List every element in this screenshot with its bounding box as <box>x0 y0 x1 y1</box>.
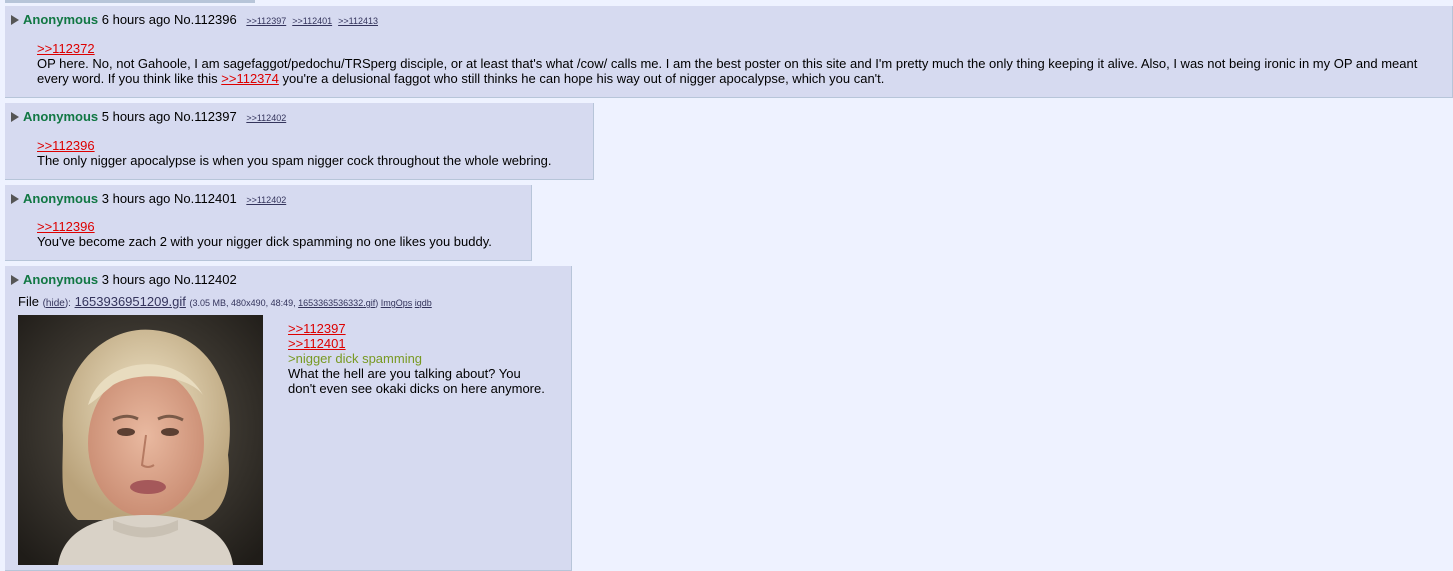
backlinks: >>112397 >>112401 >>112413 <box>246 16 384 26</box>
post-info: Anonymous 3 hours ago No.112402 <box>11 272 237 288</box>
backlink[interactable]: >>112402 <box>246 113 286 123</box>
backlink[interactable]: >>112402 <box>246 195 286 205</box>
original-filename-link[interactable]: 1653363536332.gif <box>298 298 375 308</box>
poster-name: Anonymous <box>23 191 99 206</box>
post-text: you're a delusional faggot who still thi… <box>282 71 885 86</box>
quote-link[interactable]: >>112397 <box>288 321 346 336</box>
post-menu-triangle-icon[interactable] <box>11 112 19 122</box>
post-number[interactable]: No.112401 <box>174 191 237 206</box>
file-label: File <box>18 294 39 309</box>
iqdb-link[interactable]: iqdb <box>415 298 432 308</box>
post-text: The only nigger apocalypse is when you s… <box>37 153 552 168</box>
backlink[interactable]: >>112413 <box>338 16 378 26</box>
portrait-image <box>18 315 263 565</box>
post-text: You've become zach 2 with your nigger di… <box>37 234 492 249</box>
post-menu-triangle-icon[interactable] <box>11 15 19 25</box>
file-size-dimensions: (3.05 MB, 480x490, 48:49, <box>189 298 296 308</box>
post-message: >>112372 OP here. No, not Gahoole, I am … <box>37 41 1437 86</box>
post-message: >>112396 The only nigger apocalypse is w… <box>37 138 552 168</box>
hide-file-link[interactable]: hide <box>46 298 65 309</box>
previous-post-edge <box>5 0 255 3</box>
hide-file: (hide): <box>42 298 71 309</box>
post-info: Anonymous 3 hours ago No.112401 >>112402 <box>11 191 292 208</box>
post-text: What the hell are you talking about? You… <box>288 366 545 396</box>
file-meta: (3.05 MB, 480x490, 48:49, 1653363536332.… <box>190 298 432 308</box>
backlink[interactable]: >>112397 <box>246 16 286 26</box>
quote-link[interactable]: >>112374 <box>221 71 279 86</box>
post-message: >>112396 You've become zach 2 with your … <box>37 219 492 249</box>
backlinks: >>112402 <box>246 113 292 123</box>
quote-link[interactable]: >>112396 <box>37 138 95 153</box>
post-time: 3 hours ago <box>101 272 171 287</box>
file-name-link[interactable]: 1653936951209.gif <box>75 294 186 309</box>
post-time: 6 hours ago <box>101 12 171 27</box>
reply-post: Anonymous 6 hours ago No.112396 >>112397… <box>5 6 1453 98</box>
post-number[interactable]: No.112397 <box>174 109 237 124</box>
post-number[interactable]: No.112402 <box>174 272 237 287</box>
reply-post: Anonymous 3 hours ago No.112401 >>112402… <box>5 185 532 261</box>
backlinks: >>112402 <box>246 195 292 205</box>
post-info: Anonymous 6 hours ago No.112396 >>112397… <box>11 12 384 29</box>
post-message: >>112397 >>112401 >nigger dick spamming … <box>288 321 548 396</box>
post-menu-triangle-icon[interactable] <box>11 275 19 285</box>
post-info: Anonymous 5 hours ago No.112397 >>112402 <box>11 109 292 126</box>
poster-name: Anonymous <box>23 12 99 27</box>
post-number[interactable]: No.112396 <box>174 12 237 27</box>
poster-name: Anonymous <box>23 272 99 287</box>
backlink[interactable]: >>112401 <box>292 16 332 26</box>
greentext: >nigger dick spamming <box>288 351 423 366</box>
file-thumbnail[interactable] <box>18 315 263 565</box>
quote-link[interactable]: >>112396 <box>37 219 95 234</box>
imgops-link[interactable]: ImgOps <box>381 298 413 308</box>
quote-link[interactable]: >>112401 <box>288 336 346 351</box>
reply-post: Anonymous 3 hours ago No.112402 File (hi… <box>5 266 572 571</box>
file-info: File (hide): 1653936951209.gif (3.05 MB,… <box>18 294 432 309</box>
poster-name: Anonymous <box>23 109 99 124</box>
file-meta-close: ) <box>375 298 379 308</box>
post-time: 5 hours ago <box>101 109 171 124</box>
quote-link[interactable]: >>112372 <box>37 41 95 56</box>
post-menu-triangle-icon[interactable] <box>11 194 19 204</box>
post-time: 3 hours ago <box>101 191 171 206</box>
reply-post: Anonymous 5 hours ago No.112397 >>112402… <box>5 103 594 180</box>
